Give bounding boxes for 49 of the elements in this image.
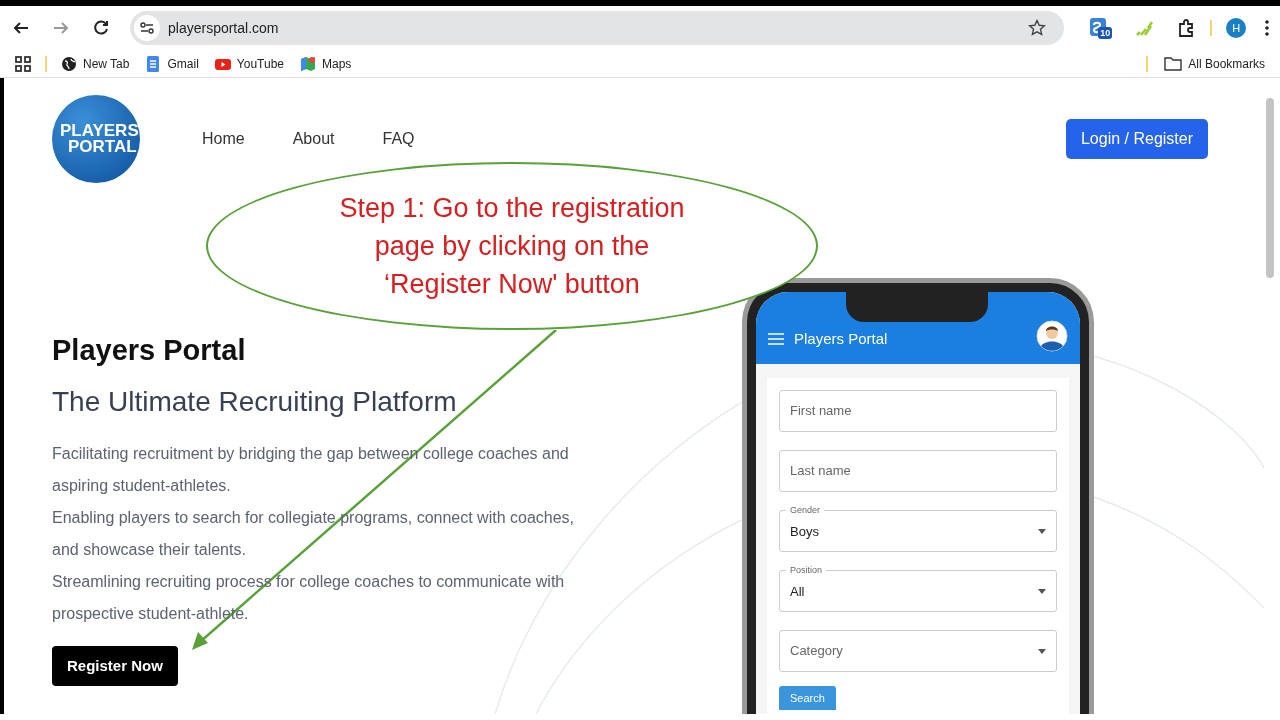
dropdown-caret-icon: [1038, 528, 1046, 534]
bookmark-link[interactable]: YouTube: [214, 54, 284, 73]
register-now-button[interactable]: Register Now: [52, 646, 178, 686]
more-menu-icon[interactable]: [1264, 19, 1270, 37]
star-icon[interactable]: [1028, 19, 1047, 37]
extension-badge: 10: [1098, 27, 1113, 39]
menu-icon[interactable]: [768, 333, 784, 345]
hero-subtitle: The Ultimate Recruiting Platform: [52, 385, 458, 419]
input-field[interactable]: First name: [779, 390, 1057, 432]
site-settings-icon: [134, 15, 160, 41]
callout-text: Step 1: Go to the registration: [339, 192, 685, 225]
field-label: Position: [786, 564, 827, 576]
apps-grid-icon[interactable]: [15, 55, 31, 72]
select-field[interactable]: Category: [779, 630, 1057, 672]
callout-text: page by clicking on the: [374, 230, 650, 263]
callout-text: ‘Register Now' button: [384, 268, 640, 301]
field-value: Boys: [790, 523, 819, 542]
input-field[interactable]: Last name: [779, 450, 1057, 492]
nav-link[interactable]: Home: [202, 127, 245, 151]
bookmark-link[interactable]: Maps: [300, 54, 352, 73]
dropdown-caret-icon: [1038, 588, 1046, 594]
all-bookmarks-button[interactable]: All Bookmarks: [1164, 54, 1265, 73]
globe-icon: [61, 55, 77, 72]
field-value: All: [790, 583, 805, 602]
field-placeholder: Last name: [790, 462, 851, 481]
dropdown-caret-icon: [1038, 648, 1046, 654]
logo-text: PLAYERS: [60, 123, 140, 139]
folder-icon: [1164, 56, 1183, 71]
logo-text: PORTAL: [67, 139, 138, 155]
address-bar[interactable]: playersportal.com: [130, 11, 1065, 45]
bookmark-link[interactable]: Gmail: [145, 54, 199, 73]
url-text: playersportal.com: [168, 18, 279, 38]
field-label: Gender: [786, 504, 825, 516]
nav-link[interactable]: About: [292, 127, 335, 151]
scrollbar-thumb[interactable]: [1266, 98, 1274, 278]
document-icon: [145, 55, 162, 72]
map-pin-icon: [300, 55, 316, 72]
field-placeholder: Category: [790, 642, 843, 661]
nav-link[interactable]: FAQ: [382, 127, 415, 151]
login-register-button[interactable]: Login / Register: [1065, 119, 1208, 159]
description-text: Enabling players to search for collegiate programs, connect with coaches, and showcase their talents.: [52, 508, 576, 560]
field-placeholder: First name: [790, 402, 852, 421]
profile-button[interactable]: H: [1226, 18, 1246, 38]
reload-icon[interactable]: [92, 19, 110, 37]
app-title: Players Portal: [794, 328, 888, 349]
avatar-icon[interactable]: [1036, 320, 1068, 352]
bookmark-link[interactable]: New Tab: [61, 54, 130, 73]
hero-title: Players Portal: [52, 333, 247, 368]
site-logo[interactable]: PLAYERS PORTAL: [52, 95, 140, 183]
